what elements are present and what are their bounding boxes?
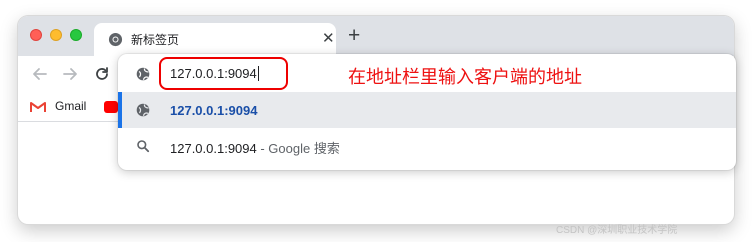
suggestion-google-search[interactable]: 127.0.0.1:9094 - Google 搜索 xyxy=(118,128,736,164)
forward-arrow-icon[interactable] xyxy=(60,64,80,84)
tab-new-tab[interactable]: 新标签页 ✕ xyxy=(94,23,336,56)
selection-indicator xyxy=(118,92,122,128)
tab-close-icon[interactable]: ✕ xyxy=(322,30,335,48)
tab-title: 新标签页 xyxy=(131,33,180,47)
address-highlight-box xyxy=(159,57,288,90)
annotation-text: 在地址栏里输入客户端的地址 xyxy=(348,67,582,87)
bookmark-gmail[interactable]: Gmail xyxy=(55,99,86,113)
maximize-window-button[interactable] xyxy=(70,29,82,41)
youtube-icon[interactable] xyxy=(104,101,118,113)
globe-icon xyxy=(136,103,150,117)
chrome-icon xyxy=(108,32,123,47)
minimize-window-button[interactable] xyxy=(50,29,62,41)
suggestion-search-suffix: - Google 搜索 xyxy=(256,141,340,156)
back-arrow-icon[interactable] xyxy=(30,64,50,84)
gmail-icon[interactable] xyxy=(30,101,46,113)
watermark: CSDN @深圳职业技术学院 xyxy=(556,225,678,236)
suggestion-url-text: 127.0.0.1:9094 xyxy=(170,103,258,118)
globe-icon xyxy=(136,67,150,81)
close-window-button[interactable] xyxy=(30,29,42,41)
suggestion-url[interactable]: 127.0.0.1:9094 xyxy=(118,92,736,128)
suggestion-search-text: 127.0.0.1:9094 - Google 搜索 xyxy=(170,141,340,156)
search-icon xyxy=(137,140,150,153)
reload-icon[interactable] xyxy=(92,64,112,84)
new-tab-button[interactable]: + xyxy=(348,25,360,46)
tab-strip: 新标签页 ✕ + xyxy=(18,16,734,56)
